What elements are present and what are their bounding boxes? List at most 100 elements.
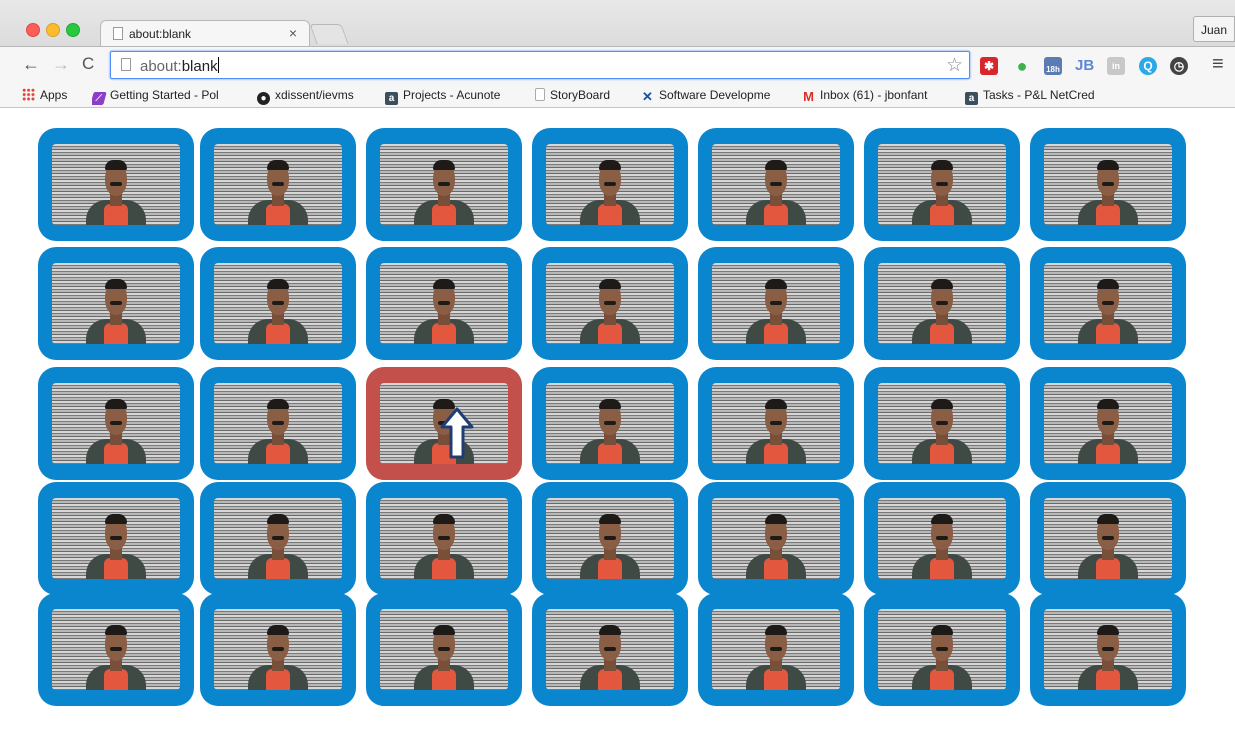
video-tile[interactable] [38, 482, 194, 595]
person-mustache [604, 647, 616, 651]
bookmark-label: Projects - Acunote [403, 88, 501, 102]
person-mustache [110, 536, 122, 540]
video-tile[interactable] [698, 482, 854, 595]
person-mustache [272, 182, 284, 186]
address-text[interactable]: about:blank [140, 57, 219, 75]
page-content [0, 108, 1235, 752]
video-feed [214, 263, 342, 344]
video-tile[interactable] [1030, 128, 1186, 241]
x-logo-icon: ✕ [642, 89, 653, 103]
video-feed [1044, 263, 1172, 344]
video-tile[interactable] [38, 593, 194, 706]
person-hair [931, 514, 953, 524]
video-feed [712, 383, 840, 464]
person-shirt [266, 443, 290, 464]
evernote-extension-icon[interactable]: ● [1013, 57, 1031, 75]
bookmark-acunote-projects[interactable]: a Projects - Acunote [385, 88, 500, 105]
video-tile[interactable] [864, 128, 1020, 241]
person-hair [765, 625, 787, 635]
back-button[interactable]: ← [22, 54, 40, 74]
person-mustache [1102, 182, 1114, 186]
video-tile[interactable] [366, 593, 522, 706]
page-icon [121, 58, 131, 71]
video-tile[interactable] [864, 593, 1020, 706]
person-shirt [266, 323, 290, 344]
video-tile[interactable] [532, 593, 688, 706]
video-tile[interactable] [1030, 593, 1186, 706]
video-tile[interactable] [200, 247, 356, 360]
person-shirt [930, 443, 954, 464]
video-tile[interactable] [532, 482, 688, 595]
video-tile[interactable] [38, 367, 194, 480]
person-shirt [104, 443, 128, 464]
video-tile[interactable] [532, 247, 688, 360]
bookmark-tasks[interactable]: a Tasks - P&L NetCred [965, 88, 1115, 105]
video-tile[interactable] [1030, 367, 1186, 480]
video-tile[interactable] [864, 367, 1020, 480]
bookmark-inbox[interactable]: M Inbox (61) - jbonfant [802, 88, 952, 103]
video-tile[interactable] [864, 482, 1020, 595]
calendar-extension-icon[interactable]: 18h [1044, 57, 1062, 75]
address-bar[interactable]: about:blank ☆ [110, 51, 970, 79]
bookmark-star-icon[interactable]: ☆ [946, 54, 963, 77]
video-tile[interactable] [532, 367, 688, 480]
video-tile[interactable] [366, 247, 522, 360]
person-shirt [104, 323, 128, 344]
video-tile[interactable] [698, 247, 854, 360]
red-asterisk-extension-icon[interactable]: ✱ [980, 57, 998, 75]
person-shirt [104, 669, 128, 690]
video-tile[interactable] [200, 367, 356, 480]
gmail-icon: M [803, 89, 814, 103]
browser-window: about:blank × Juan ← → C about:blank ☆ ✱… [0, 0, 1235, 752]
video-feed [52, 263, 180, 344]
linkedin-extension-icon[interactable]: in [1107, 57, 1125, 75]
video-tile[interactable] [38, 247, 194, 360]
video-tile[interactable] [38, 128, 194, 241]
video-tile[interactable] [366, 482, 522, 595]
video-feed [712, 263, 840, 344]
forward-button[interactable]: → [52, 54, 70, 74]
profile-button[interactable]: Juan [1193, 16, 1235, 42]
video-tile-active[interactable] [366, 367, 522, 480]
bookmark-software-development[interactable]: ✕ Software Developme [641, 88, 793, 103]
bookmark-ievms[interactable]: ● xdissent/ievms [257, 88, 354, 105]
video-feed [878, 144, 1006, 225]
video-tile[interactable] [200, 128, 356, 241]
video-feed [380, 144, 508, 225]
person-shirt [266, 669, 290, 690]
video-tile[interactable] [1030, 482, 1186, 595]
bookmark-apps[interactable]: Apps [22, 88, 67, 102]
search-extension-icon[interactable]: Q [1139, 57, 1157, 75]
person-shirt [598, 204, 622, 225]
bookmark-getting-started[interactable]: ⁄ Getting Started - Pol [92, 88, 250, 105]
video-tile[interactable] [698, 593, 854, 706]
person-hair [931, 279, 953, 289]
video-tile[interactable] [366, 128, 522, 241]
close-window-button[interactable] [26, 23, 40, 37]
video-tile[interactable] [864, 247, 1020, 360]
person-shirt [1096, 204, 1120, 225]
person-shirt [266, 558, 290, 579]
chrome-menu-icon[interactable]: ≡ [1212, 53, 1224, 76]
video-tile[interactable] [532, 128, 688, 241]
video-tile[interactable] [1030, 247, 1186, 360]
video-tile[interactable] [200, 482, 356, 595]
person-hair [765, 160, 787, 170]
person-hair [1097, 625, 1119, 635]
video-feed [1044, 609, 1172, 690]
new-tab-button[interactable] [309, 24, 349, 44]
tab-close-icon[interactable]: × [289, 25, 297, 41]
video-tile[interactable] [698, 128, 854, 241]
person-mustache [110, 182, 122, 186]
person-hair [105, 514, 127, 524]
minimize-window-button[interactable] [46, 23, 60, 37]
video-tile[interactable] [698, 367, 854, 480]
clock-extension-icon[interactable]: ◷ [1170, 57, 1188, 75]
tab-about-blank[interactable]: about:blank × [100, 20, 310, 47]
tab-title: about:blank [129, 27, 192, 41]
reload-button[interactable]: C [82, 54, 94, 74]
zoom-window-button[interactable] [66, 23, 80, 37]
video-tile[interactable] [200, 593, 356, 706]
jetbrains-extension-icon[interactable]: JB [1075, 57, 1094, 75]
bookmark-storyboard[interactable]: StoryBoard [535, 88, 610, 102]
